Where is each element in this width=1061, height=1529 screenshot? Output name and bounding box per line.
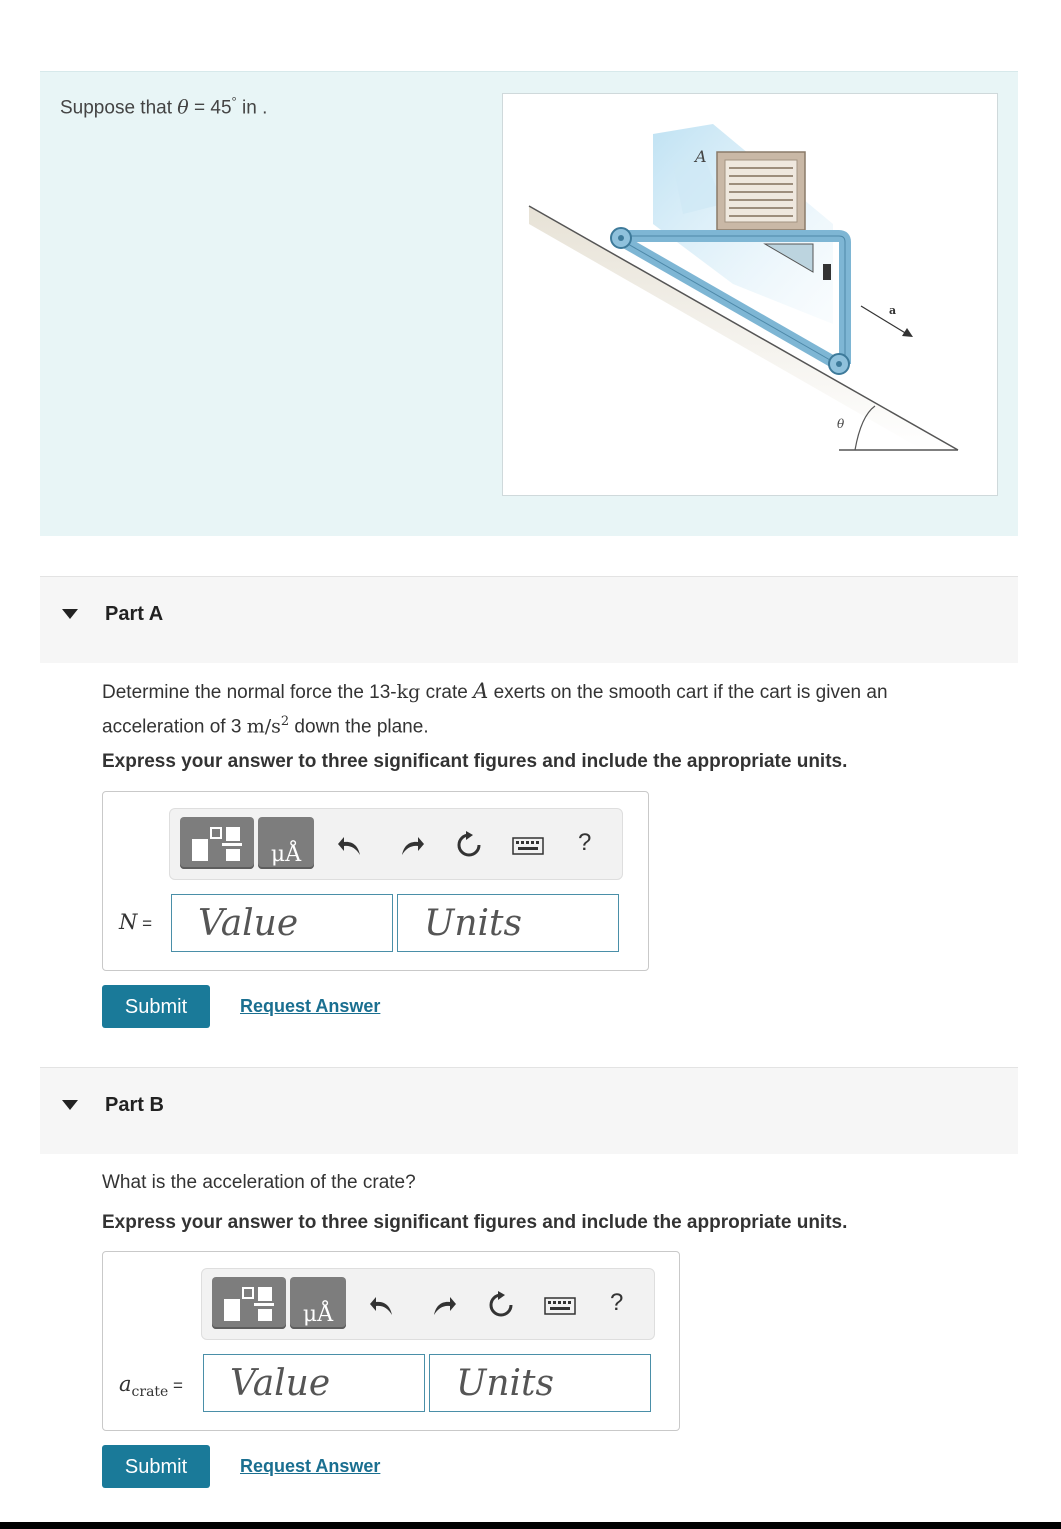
units-icon: μÅ bbox=[270, 842, 302, 867]
part-b-title: Part B bbox=[105, 1094, 164, 1116]
q-unit-exponent: 2 bbox=[280, 714, 290, 729]
angle-label: θ bbox=[837, 417, 845, 431]
var-n: N bbox=[119, 910, 138, 934]
part-b-request-answer-link[interactable]: Request Answer bbox=[240, 1456, 380, 1477]
templates-button[interactable] bbox=[180, 817, 254, 869]
part-b-value-input[interactable] bbox=[204, 1355, 424, 1411]
help-icon[interactable]: ? bbox=[578, 829, 591, 857]
units-button[interactable]: μÅ bbox=[258, 817, 314, 869]
q-text-2: crate bbox=[420, 682, 474, 703]
part-b-value-field[interactable] bbox=[203, 1354, 425, 1412]
equals-sign: = bbox=[137, 914, 153, 933]
q-text-4: acceleration of 3 bbox=[102, 716, 247, 738]
part-b-header[interactable]: Part B bbox=[40, 1067, 1018, 1154]
cart-stop bbox=[823, 264, 831, 280]
part-a-toolbar: μÅ ? bbox=[169, 808, 623, 880]
part-a-instruction: Express your answer to three significant… bbox=[102, 751, 848, 772]
problem-figure: θ A a bbox=[502, 93, 998, 496]
units-icon: μÅ bbox=[302, 1302, 334, 1327]
q-text-5: down the plane. bbox=[289, 716, 429, 738]
part-b-units-input[interactable] bbox=[430, 1355, 650, 1411]
front-wheel-hub bbox=[618, 235, 624, 241]
part-a-units-input[interactable] bbox=[398, 895, 618, 951]
part-a-request-answer-link[interactable]: Request Answer bbox=[240, 996, 380, 1017]
q-text-1: Determine the normal force the 13- bbox=[102, 682, 397, 703]
part-a-question: Determine the normal force the 13-kg cra… bbox=[102, 677, 888, 741]
crate-label: A bbox=[693, 147, 707, 166]
intro-text-prefix: Suppose that bbox=[60, 97, 178, 119]
intro-text-suffix: in . bbox=[236, 97, 268, 119]
problem-intro-panel: Suppose that θ = 45° in . θ A a bbox=[40, 71, 1018, 536]
part-a-answer-box: μÅ ? N = bbox=[102, 791, 649, 971]
keyboard-icon[interactable] bbox=[512, 831, 544, 859]
bottom-edge-bar bbox=[0, 1522, 1061, 1529]
part-a-value-input[interactable] bbox=[172, 895, 392, 951]
collapse-caret-icon[interactable] bbox=[62, 1100, 78, 1110]
q-unit-kg: kg bbox=[396, 681, 421, 703]
reset-icon[interactable] bbox=[487, 1291, 515, 1319]
redo-icon[interactable] bbox=[430, 1291, 458, 1319]
equals-sign: = bbox=[168, 1376, 183, 1395]
q-text-3: exerts on the smooth cart if the cart is… bbox=[488, 682, 888, 703]
templates-button[interactable] bbox=[212, 1277, 286, 1329]
part-a-variable-label: N = bbox=[119, 910, 152, 934]
part-b-answer-box: μÅ ? acrate = bbox=[102, 1251, 680, 1431]
undo-icon[interactable] bbox=[336, 831, 364, 859]
crate-slats bbox=[729, 167, 793, 217]
reset-icon[interactable] bbox=[455, 831, 483, 859]
part-b-variable-label: acrate = bbox=[119, 1372, 183, 1400]
var-subscript-crate: crate bbox=[131, 1384, 169, 1401]
acceleration-label: a bbox=[889, 304, 896, 317]
keyboard-icon[interactable] bbox=[544, 1291, 576, 1319]
part-a-units-field[interactable] bbox=[397, 894, 619, 952]
intro-statement: Suppose that θ = 45° in . bbox=[60, 94, 267, 119]
q-unit-ms: m/s bbox=[246, 715, 281, 738]
part-b-toolbar: μÅ ? bbox=[201, 1268, 655, 1340]
q-crate-symbol: A bbox=[473, 679, 489, 703]
part-a-value-field[interactable] bbox=[171, 894, 393, 952]
part-b-units-field[interactable] bbox=[429, 1354, 651, 1412]
acceleration-arrow-shaft bbox=[860, 305, 908, 335]
part-a-title: Part A bbox=[105, 603, 164, 625]
part-a-header[interactable]: Part A bbox=[40, 576, 1018, 663]
redo-icon[interactable] bbox=[398, 831, 426, 859]
var-a: a bbox=[119, 1372, 132, 1396]
part-b-submit-button[interactable]: Submit bbox=[102, 1445, 210, 1488]
part-b-instruction: Express your answer to three significant… bbox=[102, 1212, 848, 1233]
rear-wheel-hub bbox=[836, 361, 842, 367]
part-a-submit-button[interactable]: Submit bbox=[102, 985, 210, 1028]
cart-on-incline-diagram: θ A a bbox=[528, 124, 959, 451]
theta-value: = 45 bbox=[188, 97, 232, 119]
theta-symbol: θ bbox=[177, 96, 189, 119]
help-icon[interactable]: ? bbox=[610, 1289, 623, 1317]
part-a-question-line-2: acceleration of 3 m/s2 down the plane. bbox=[102, 707, 888, 741]
part-b-question: What is the acceleration of the crate? bbox=[102, 1172, 416, 1193]
units-button[interactable]: μÅ bbox=[290, 1277, 346, 1329]
collapse-caret-icon[interactable] bbox=[62, 609, 78, 619]
undo-icon[interactable] bbox=[368, 1291, 396, 1319]
part-a-question-line-1: Determine the normal force the 13-kg cra… bbox=[102, 677, 888, 707]
